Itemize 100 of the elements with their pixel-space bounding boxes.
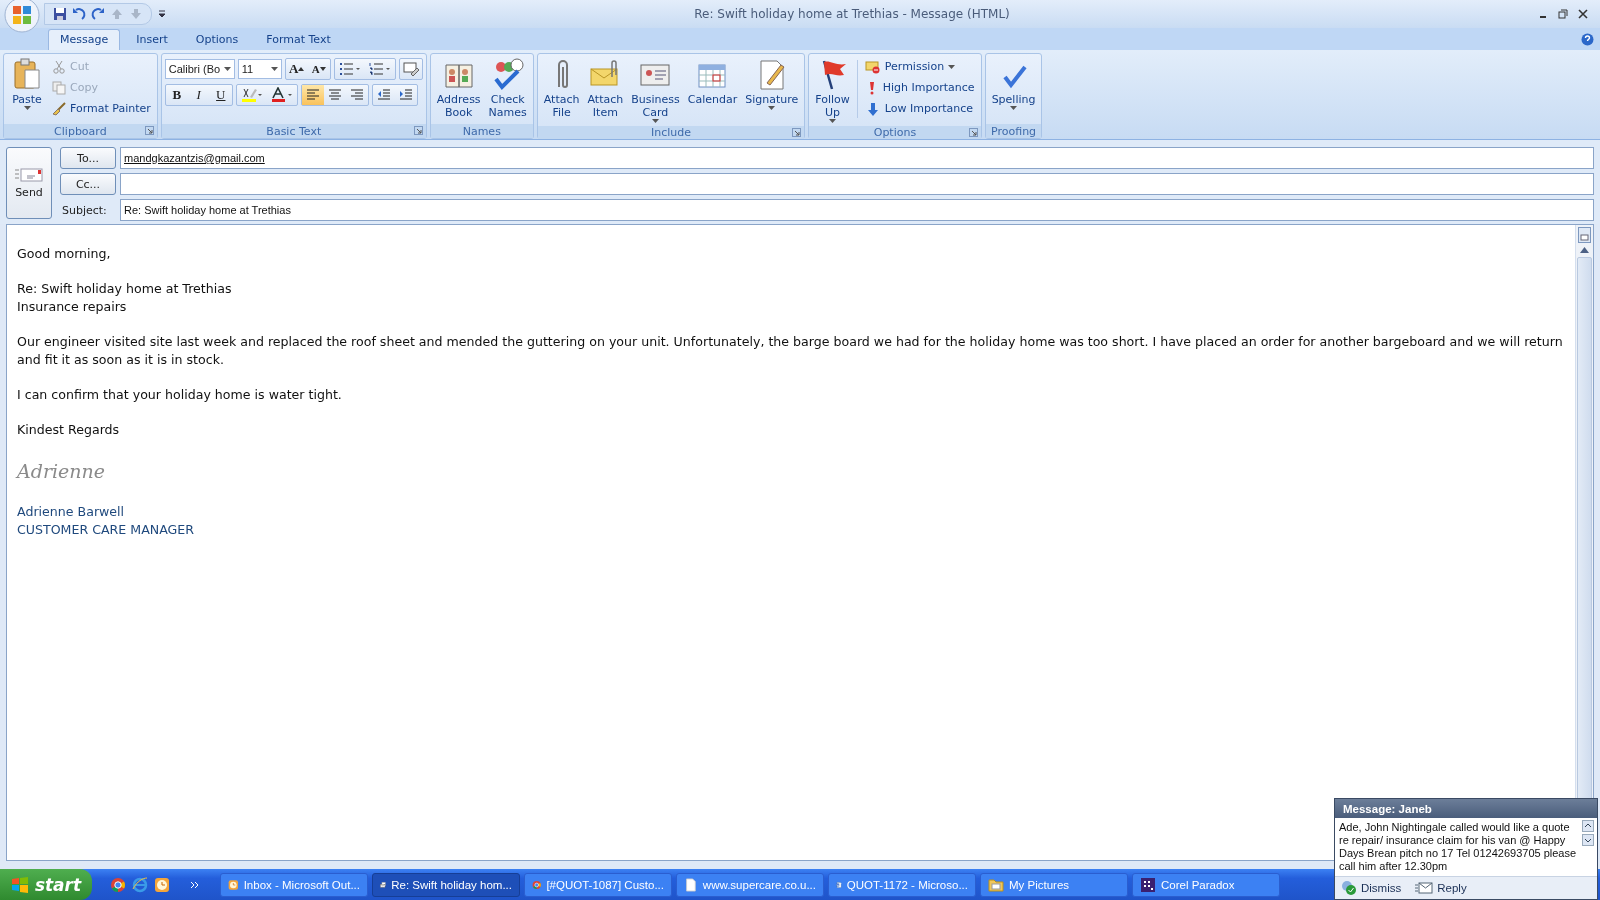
window-title: Re: Swift holiday home at Trethias - Message (HTML)	[693, 7, 1011, 21]
envelope-clock-icon	[154, 876, 170, 893]
page-icon	[684, 876, 698, 893]
redo-icon[interactable]	[91, 7, 105, 21]
cc-field[interactable]	[120, 173, 1594, 195]
envelope-icon	[1415, 882, 1434, 894]
customize-menu-icon[interactable]	[158, 10, 166, 18]
taskbar-button[interactable]: [#QUOT-1087] Custo...	[524, 872, 672, 897]
include-button[interactable]: Signature	[742, 56, 802, 111]
dismiss-button[interactable]: Dismiss	[1341, 880, 1402, 896]
office-logo-icon[interactable]	[4, 0, 40, 33]
names-button[interactable]: Check Names	[485, 56, 530, 120]
browser-icon	[110, 876, 126, 893]
body-text: Our engineer visited site last week and replaced the roof sheet and mended the guttering on your unit. Unfortunately, the barge board we had for the holiday home was too short. I have placed an order for another bargeboard and we will return and fit it as soon as it is in stock.	[17, 333, 1564, 369]
taskbar-button[interactable]: Inbox - Microsoft Out...	[220, 872, 368, 897]
taskbar-button[interactable]: QUOT-1172 - Microso...	[828, 872, 976, 897]
group-label: Names	[462, 124, 501, 138]
body-text: I can confirm that your holiday home is water tight.	[17, 386, 343, 404]
body-text: Insurance repairs	[17, 298, 128, 316]
ruler-toggle-icon[interactable]	[1578, 227, 1591, 243]
check-badge-icon	[1341, 880, 1357, 896]
taskbar-button[interactable]: www.supercare.co.u...	[676, 872, 824, 897]
group-label: Basic Text	[266, 124, 322, 138]
font-name-field[interactable]: Calibri (Bo	[164, 59, 235, 79]
signature-line: CUSTOMER CARE MANAGER	[17, 521, 196, 539]
subject-label: Subject:	[61, 203, 108, 217]
taskbar-button[interactable]: Corel Paradox	[1132, 872, 1280, 897]
signature-script: Adrienne	[17, 459, 106, 484]
dialog-launcher-icon[interactable]	[968, 128, 978, 137]
envelope-clip-icon	[590, 60, 618, 86]
underline-button[interactable]: U	[209, 85, 232, 105]
close-icon[interactable]	[1578, 9, 1588, 19]
dialog-launcher-icon[interactable]	[792, 128, 802, 137]
business-card-icon	[640, 64, 670, 86]
send-button[interactable]: Send	[6, 147, 52, 219]
spelling-check-icon	[1002, 65, 1027, 89]
windows-logo-icon	[10, 875, 29, 894]
subject-field[interactable]: Re: Swift holiday home at Trethias	[120, 199, 1594, 221]
to-field[interactable]: mandgkazantzis@gmail.com	[120, 147, 1594, 169]
taskbar-button[interactable]: My Pictures	[980, 872, 1128, 897]
pencil-page-icon	[760, 60, 785, 90]
to-button[interactable]: To...	[60, 147, 116, 169]
spelling-button[interactable]: Spelling	[988, 56, 1039, 111]
include-button[interactable]: Business Card	[628, 56, 683, 124]
follow-up-button[interactable]: Follow Up	[812, 56, 853, 124]
browser-e-icon[interactable]	[132, 876, 148, 893]
address-book-icon	[445, 64, 473, 88]
group-label: Options	[873, 126, 917, 139]
paintbrush-icon	[52, 101, 66, 116]
grid-app-icon	[1140, 876, 1156, 893]
flag-icon	[822, 60, 846, 90]
options-button[interactable]: Permission	[861, 56, 978, 77]
ribbon-tab[interactable]: Format Text	[254, 29, 343, 50]
bold-button[interactable]: B	[165, 85, 188, 105]
people-check-icon	[494, 58, 524, 91]
include-button[interactable]: Attach Item	[584, 56, 627, 120]
font-size-field[interactable]: 11	[237, 59, 282, 79]
ribbon-tab[interactable]: Options	[183, 29, 251, 50]
start-button[interactable]: start	[0, 869, 92, 900]
group-label: Include	[651, 126, 692, 139]
cc-button[interactable]: Cc...	[60, 173, 116, 195]
scroll-down-icon[interactable]	[1582, 834, 1594, 846]
body-text: Good morning,	[17, 245, 112, 263]
restore-icon[interactable]	[1558, 9, 1568, 19]
scroll-up-icon[interactable]	[1582, 820, 1594, 832]
folder-icon	[988, 876, 1004, 893]
body-text: Re: Swift holiday home at Trethias	[17, 280, 233, 298]
calendar-icon	[698, 64, 726, 88]
dialog-launcher-icon[interactable]	[144, 126, 154, 135]
dialog-launcher-icon[interactable]	[413, 126, 423, 135]
ribbon-tab[interactable]: Message	[48, 29, 121, 50]
envelope-icon	[14, 167, 44, 183]
include-button[interactable]: Calendar	[684, 56, 741, 107]
caret-icon	[223, 67, 231, 71]
group-label: Proofing	[991, 124, 1037, 138]
more-chevron-icon[interactable]	[190, 880, 200, 889]
paperclip-icon	[557, 60, 568, 88]
align-icon[interactable]	[301, 85, 324, 105]
taskbar-button[interactable]: Re: Swift holiday hom...	[372, 872, 520, 897]
ribbon-tab[interactable]: Insert	[124, 29, 180, 50]
include-button[interactable]: Attach File	[540, 56, 583, 120]
signature-line: Adrienne Barwell	[17, 503, 126, 521]
clipboard-button[interactable]: Format Painter	[49, 98, 154, 119]
save-icon[interactable]	[53, 7, 67, 21]
italic-button[interactable]: I	[187, 85, 210, 105]
copy-icon	[52, 80, 66, 95]
scroll-up-icon[interactable]	[1580, 247, 1589, 253]
options-button[interactable]: High Importance	[861, 77, 978, 98]
options-button[interactable]: Low Importance	[861, 98, 978, 119]
grow-font-button[interactable]: A	[285, 59, 308, 79]
undo-icon[interactable]	[72, 7, 86, 21]
caret-icon	[270, 67, 278, 71]
help-icon[interactable]	[1581, 32, 1594, 46]
names-button[interactable]: Address Book	[433, 56, 484, 120]
body-text: Kindest Regards	[17, 421, 121, 439]
reply-button[interactable]: Reply	[1415, 882, 1467, 894]
exclamation-icon	[868, 80, 875, 95]
shrink-font-button[interactable]: A	[307, 59, 330, 79]
down-triangle-icon	[319, 67, 326, 71]
paste-button[interactable]: Paste	[7, 56, 47, 111]
